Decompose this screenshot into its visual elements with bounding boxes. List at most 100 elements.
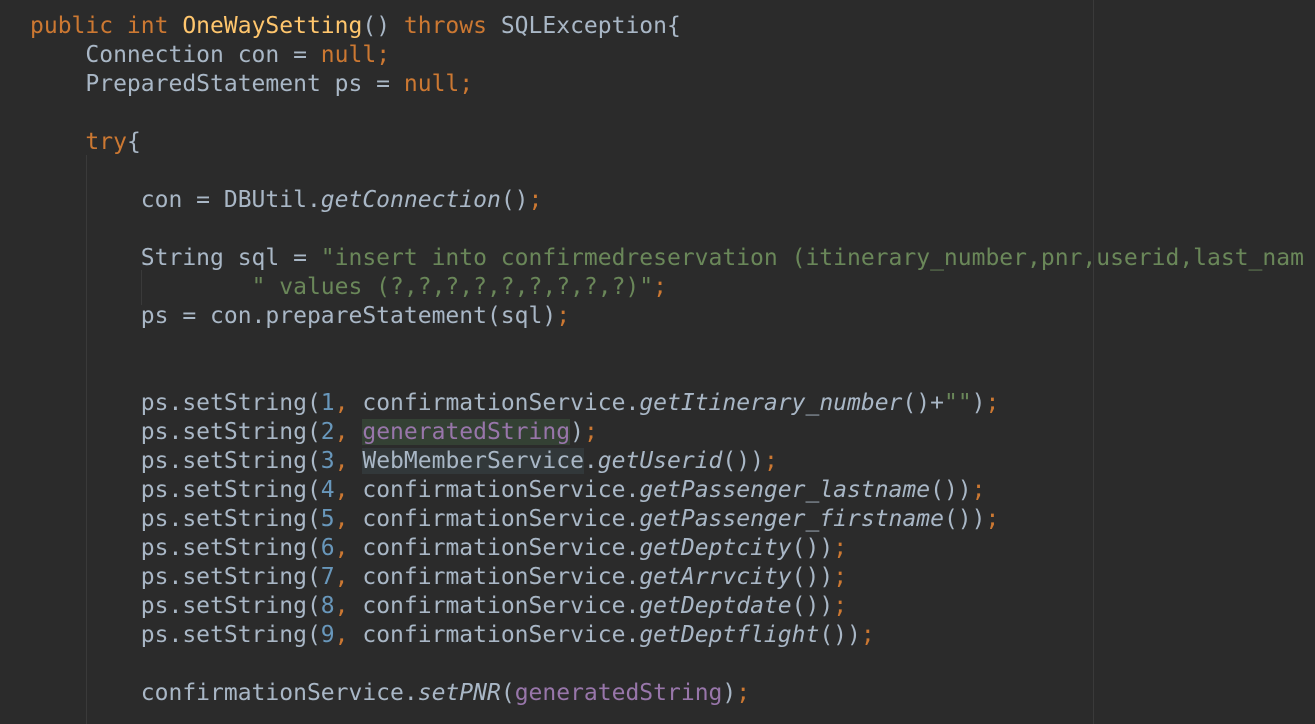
code-token: ;	[860, 622, 875, 648]
code-token: 1	[320, 390, 335, 416]
code-token: confirmationService.	[362, 535, 640, 561]
code-token: ps.setString(	[30, 477, 321, 503]
code-token: confirmationService.	[362, 564, 640, 590]
code-token: ,	[334, 477, 363, 503]
code-token: ,	[334, 390, 363, 416]
code-token: confirmationService.	[362, 477, 640, 503]
code-editor[interactable]: public int OneWaySetting() throws SQLExc…	[0, 0, 1315, 724]
code-token: generatedString	[362, 419, 571, 445]
code-line[interactable]	[30, 99, 1304, 128]
code-line[interactable]: ps.setString(1, confirmationService.getI…	[30, 389, 1304, 418]
code-token: 6	[320, 535, 335, 561]
code-token: ps.setString(	[30, 535, 321, 561]
code-token: setPNR	[417, 680, 501, 706]
code-token: ps = con.prepareStatement(sql)	[30, 303, 557, 329]
code-token: ps.setString(	[30, 622, 321, 648]
code-line[interactable]	[30, 215, 1304, 244]
code-token: ;	[763, 448, 778, 474]
code-line[interactable]: con = DBUtil.getConnection();	[30, 186, 1304, 215]
code-token: 2	[320, 419, 335, 445]
code-token: ;	[833, 593, 848, 619]
code-token: PreparedStatement ps =	[30, 71, 404, 97]
code-token: ())	[791, 564, 834, 590]
code-token: con = DBUtil.	[30, 187, 321, 213]
code-token: ;	[653, 274, 667, 300]
code-token: ,	[334, 506, 363, 532]
code-token: Connection con =	[30, 42, 321, 68]
code-token: null	[320, 42, 377, 68]
code-token: ;	[985, 390, 1000, 416]
code-line[interactable]: ps.setString(2, generatedString);	[30, 418, 1304, 447]
code-token: ;	[833, 535, 848, 561]
code-token: ()+	[902, 390, 944, 416]
code-token: confirmationService.	[362, 622, 640, 648]
code-line[interactable]	[30, 650, 1304, 679]
code-token: "insert into confirmedreservation (itine…	[320, 245, 1304, 271]
code-token: getItinerary_number	[639, 390, 903, 416]
code-token: 5	[320, 506, 335, 532]
code-token: {	[126, 129, 141, 155]
code-token: ps.setString(	[30, 564, 321, 590]
code-line[interactable]: confirmationService.setPNR(generatedStri…	[30, 679, 1304, 708]
code-line[interactable]: " values (?,?,?,?,?,?,?,?,?)";	[30, 273, 1304, 302]
code-token: getConnection	[320, 187, 501, 213]
code-token: ())	[930, 477, 972, 503]
code-token: ,	[334, 419, 363, 445]
code-line[interactable]: PreparedStatement ps = null;	[30, 70, 1304, 99]
code-line[interactable]: try{	[30, 128, 1304, 157]
code-token: 3	[320, 448, 335, 474]
code-token: )	[971, 390, 986, 416]
code-token: 7	[320, 564, 335, 590]
code-token: ;	[971, 477, 986, 503]
code-token: ())	[722, 448, 764, 474]
code-token: ;	[528, 187, 543, 213]
code-token: 9	[320, 622, 335, 648]
code-token: 8	[320, 593, 335, 619]
code-token: ""	[943, 390, 972, 416]
code-token: confirmationService.	[30, 680, 418, 706]
code-token: ps.setString(	[30, 419, 321, 445]
code-token: ,	[334, 593, 363, 619]
code-token: ,	[334, 564, 363, 590]
code-line[interactable]: ps.setString(9, confirmationService.getD…	[30, 621, 1304, 650]
code-token: try	[85, 129, 127, 155]
code-line[interactable]: ps.setString(4, confirmationService.getP…	[30, 476, 1304, 505]
code-line[interactable]: Connection con = null;	[30, 41, 1304, 70]
code-line[interactable]: ps.setString(7, confirmationService.getA…	[30, 563, 1304, 592]
code-token: WebMemberService	[362, 448, 584, 474]
code-token: ;	[376, 42, 391, 68]
code-token: null	[403, 71, 460, 97]
code-token: String sql =	[30, 245, 321, 271]
code-token: getDeptcity	[639, 535, 792, 561]
code-token: getArrvcity	[639, 564, 792, 590]
code-token: ps.setString(	[30, 448, 321, 474]
code-line[interactable]: ps.setString(3, WebMemberService.getUser…	[30, 447, 1304, 476]
code-line[interactable]	[30, 360, 1304, 389]
code-line[interactable]: ps.setString(6, confirmationService.getD…	[30, 534, 1304, 563]
code-token: getPassenger_firstname	[639, 506, 944, 532]
code-token: .	[583, 448, 598, 474]
code-token: ;	[985, 506, 1000, 532]
code-line[interactable]: public int OneWaySetting() throws SQLExc…	[30, 12, 1304, 41]
code-token: ps.setString(	[30, 593, 321, 619]
code-token: ,	[334, 448, 363, 474]
code-token: ())	[791, 593, 834, 619]
code-token: ps.setString(	[30, 390, 321, 416]
code-token: " values (?,?,?,?,?,?,?,?,?)"	[251, 274, 654, 300]
code-token: getDeptdate	[639, 593, 792, 619]
code-token: ,	[334, 622, 363, 648]
code-line[interactable]: ps.setString(8, confirmationService.getD…	[30, 592, 1304, 621]
code-token: getPassenger_lastname	[639, 477, 931, 503]
code-token: public int	[30, 13, 183, 39]
code-token: ;	[833, 564, 848, 590]
code-line[interactable]	[30, 157, 1304, 186]
code-line[interactable]: String sql = "insert into confirmedreser…	[30, 244, 1304, 273]
code-token: SQLException{	[500, 13, 681, 39]
code-token: ())	[819, 622, 861, 648]
code-line[interactable]: ps = con.prepareStatement(sql);	[30, 302, 1304, 331]
code-line[interactable]	[30, 331, 1304, 360]
code-text[interactable]: public int OneWaySetting() throws SQLExc…	[30, 12, 1304, 708]
code-line[interactable]: ps.setString(5, confirmationService.getP…	[30, 505, 1304, 534]
